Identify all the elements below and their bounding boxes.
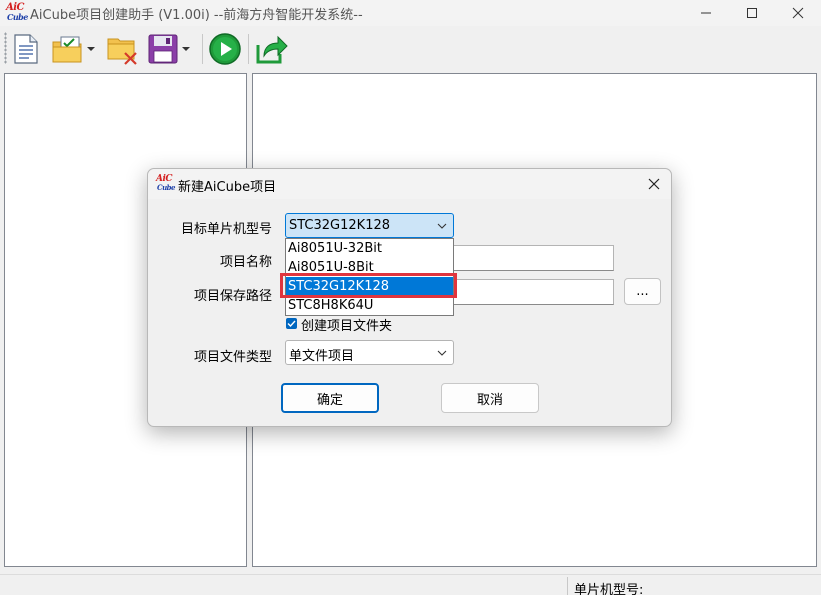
export-icon xyxy=(256,35,288,64)
close-icon xyxy=(792,7,804,19)
browse-button[interactable]: ... xyxy=(624,278,661,305)
run-button[interactable] xyxy=(208,32,242,66)
dialog-logo-bottom: Cube xyxy=(157,183,176,192)
dropdown-option[interactable]: Ai8051U-32Bit xyxy=(286,239,453,258)
maximize-button[interactable] xyxy=(729,0,775,26)
window-title: AiCube项目创建助手 (V1.00i) --前海方舟智能开发系统-- xyxy=(30,8,363,23)
mcu-model-select[interactable]: STC32G12K128 xyxy=(285,213,454,238)
file-type-value: 单文件项目 xyxy=(289,349,355,364)
new-project-button[interactable] xyxy=(12,32,40,66)
export-button[interactable] xyxy=(255,32,289,66)
dialog-title: 新建AiCube项目 xyxy=(178,180,277,195)
new-file-icon xyxy=(14,34,38,64)
chevron-down-icon[interactable] xyxy=(181,45,191,53)
toolbar-separator xyxy=(202,34,203,64)
app-logo: AiC Cube xyxy=(5,2,28,22)
run-icon xyxy=(209,33,241,65)
save-project-button[interactable] xyxy=(147,32,191,66)
chevron-down-icon xyxy=(437,223,447,229)
open-checklist-icon xyxy=(52,36,82,63)
mcu-model-value: STC32G12K128 xyxy=(289,218,391,233)
mcu-model-status: 单片机型号: xyxy=(574,583,644,595)
chevron-down-icon xyxy=(437,350,447,356)
selection-highlight-box xyxy=(280,273,457,298)
app-logo-bottom: Cube xyxy=(7,12,28,22)
delete-folder-icon xyxy=(107,38,137,65)
file-type-label: 项目文件类型 xyxy=(193,350,272,365)
create-folder-checkbox[interactable] xyxy=(286,318,297,329)
mcu-model-label: 目标单片机型号 xyxy=(180,222,272,237)
close-icon xyxy=(648,178,660,190)
save-icon xyxy=(148,34,178,64)
chevron-down-icon[interactable] xyxy=(86,45,96,53)
toolbar-grip[interactable] xyxy=(4,32,7,64)
minimize-button[interactable] xyxy=(683,0,729,26)
dialog-close-button[interactable] xyxy=(643,173,665,195)
minimize-icon xyxy=(701,12,711,14)
delete-project-button[interactable] xyxy=(107,32,139,66)
title-bar: AiC Cube AiCube项目创建助手 (V1.00i) --前海方舟智能开… xyxy=(0,0,821,26)
dialog-title-bar: AiC Cube 新建AiCube项目 xyxy=(148,169,671,199)
file-type-select[interactable]: 单文件项目 xyxy=(285,340,454,365)
checkmark-icon xyxy=(287,320,296,328)
create-folder-label[interactable]: 创建项目文件夹 xyxy=(301,315,392,334)
ok-button[interactable]: 确定 xyxy=(281,383,379,413)
toolbar xyxy=(0,26,821,72)
save-path-label: 项目保存路径 xyxy=(193,289,272,304)
project-name-label: 项目名称 xyxy=(219,255,272,270)
dropdown-option[interactable]: STC8H8K64U xyxy=(286,296,453,315)
toolbar-separator xyxy=(248,34,249,64)
cancel-button[interactable]: 取消 xyxy=(441,383,539,413)
close-window-button[interactable] xyxy=(775,0,821,26)
maximize-icon xyxy=(747,8,757,18)
status-separator xyxy=(567,577,568,595)
status-bar: 单片机型号: xyxy=(0,574,821,595)
dialog-logo: AiC Cube xyxy=(156,174,176,194)
open-project-button[interactable] xyxy=(52,32,96,66)
